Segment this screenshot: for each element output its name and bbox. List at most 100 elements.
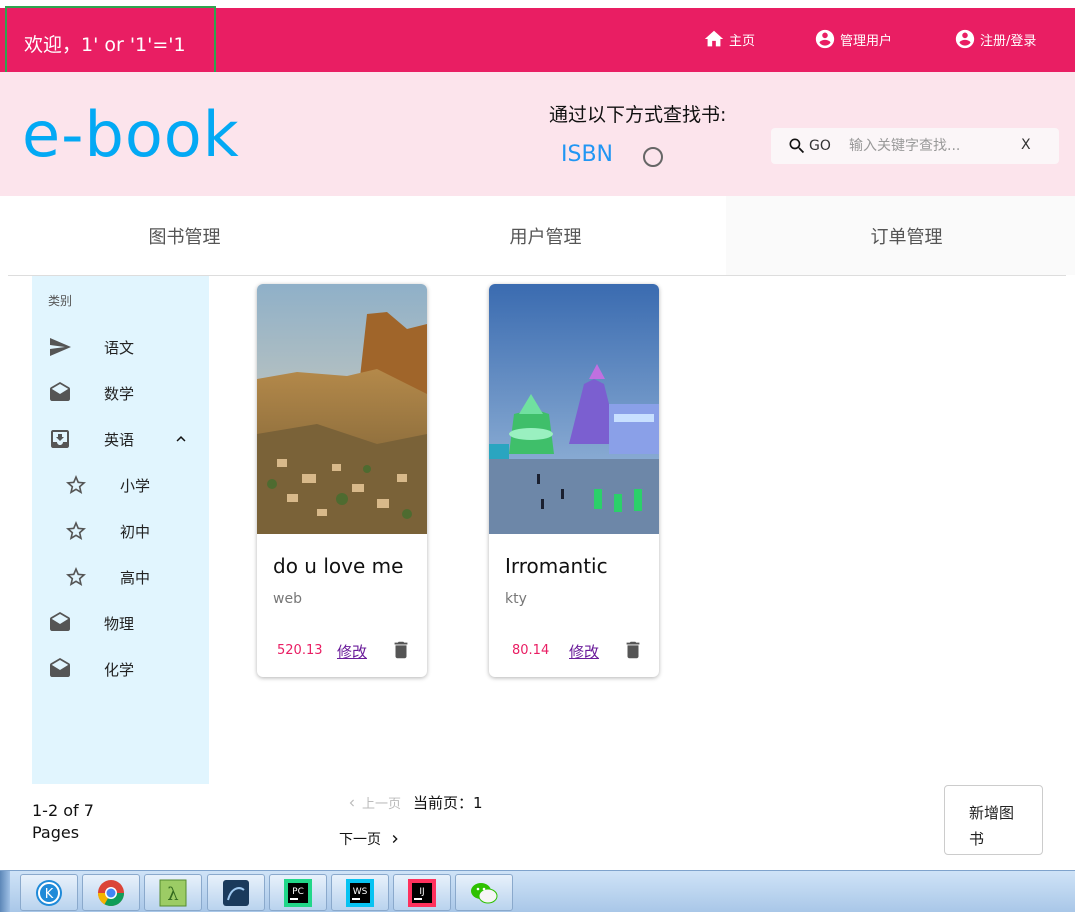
tab-user-management[interactable]: 用户管理: [365, 196, 726, 275]
sidebar-item-chemistry[interactable]: 化学: [32, 649, 209, 689]
book-author: web: [273, 591, 302, 607]
pycharm-icon: PC: [284, 878, 312, 907]
home-icon: [704, 30, 724, 47]
header-band: e-book 通过以下方式查找书: ISBN GO X: [0, 72, 1075, 196]
svg-text:WS: WS: [353, 887, 368, 897]
search-input[interactable]: [849, 134, 999, 158]
nav-home-link[interactable]: 主页: [703, 28, 755, 50]
sidebar-header: 类别: [48, 294, 73, 308]
sidebar-item-label: 小学: [120, 476, 151, 495]
site-logo: e-book: [22, 98, 240, 171]
pages-info: 1-2 of 7 Pages: [32, 801, 94, 842]
next-page-button[interactable]: 下一页: [339, 829, 403, 849]
chevron-up-icon: [176, 436, 186, 442]
sidebar-item-physics[interactable]: 物理: [32, 603, 209, 643]
mysql-workbench-icon: [223, 879, 249, 906]
nav-register-login-label: 注册/登录: [980, 33, 1037, 49]
taskbar-chrome-app[interactable]: [82, 874, 140, 911]
isbn-radio[interactable]: [643, 147, 663, 167]
sidebar-item-label: 数学: [104, 384, 135, 403]
trash-icon: [394, 641, 408, 659]
taskbar-mysql-workbench-app[interactable]: [207, 874, 265, 911]
taskbar-lambda-app[interactable]: λ: [144, 874, 202, 911]
book-author: kty: [505, 591, 527, 607]
search-clear-button[interactable]: X: [1021, 137, 1031, 153]
nav-manage-users-label: 管理用户: [840, 33, 893, 49]
drafts-icon: [50, 382, 70, 401]
taskbar-intellij-app[interactable]: IJ: [393, 874, 451, 911]
wechat-icon: [471, 882, 498, 903]
book-cover-desert-town-image: [257, 284, 427, 534]
prev-page-label: 上一页: [362, 797, 402, 812]
taskbar-kodi-app[interactable]: K: [20, 874, 78, 911]
category-sidebar: 类别 语文 数学 英语 小学 初中 高中 物理 化学: [32, 276, 209, 784]
star-outline-icon: [66, 521, 86, 540]
sidebar-item-chinese[interactable]: 语文: [32, 327, 209, 367]
search-go-button[interactable]: GO: [787, 136, 831, 156]
trash-icon: [626, 641, 640, 659]
chrome-icon: [97, 879, 125, 906]
search-title: 通过以下方式查找书:: [549, 104, 727, 126]
kodi-icon: K: [36, 879, 62, 906]
svg-text:λ: λ: [167, 884, 178, 905]
book-title: do u love me: [273, 554, 404, 578]
edit-book-link[interactable]: 修改: [569, 641, 599, 662]
account-circle-icon: [815, 29, 835, 49]
sidebar-item-label: 语文: [104, 338, 135, 357]
webstorm-icon: WS: [346, 878, 374, 907]
book-cover-ice-festival-image: [489, 284, 659, 534]
welcome-highlight-box: [5, 6, 216, 77]
add-book-button[interactable]: 新增图书: [944, 785, 1043, 855]
tab-book-management[interactable]: 图书管理: [4, 196, 365, 275]
drafts-icon: [50, 612, 70, 631]
star-outline-icon: [66, 475, 86, 494]
lambda-icon: λ: [159, 879, 187, 906]
drafts-icon: [50, 658, 70, 677]
svg-text:PC: PC: [292, 887, 304, 897]
delete-book-button[interactable]: [390, 639, 412, 661]
svg-text:K: K: [45, 887, 54, 902]
search-go-label: GO: [809, 138, 831, 154]
taskbar-pycharm-app[interactable]: PC: [269, 874, 327, 911]
book-card[interactable]: Irromantic kty 80.14 修改: [489, 284, 659, 677]
sidebar-item-label: 化学: [104, 660, 135, 679]
prev-page-button[interactable]: 上一页: [345, 793, 401, 812]
svg-text:IJ: IJ: [419, 887, 424, 897]
nav-home-label: 主页: [729, 33, 756, 49]
main-tabs: 图书管理 用户管理 订单管理: [0, 196, 1075, 275]
taskbar-webstorm-app[interactable]: WS: [331, 874, 389, 911]
current-page-indicator: 当前页：1: [413, 794, 483, 812]
account-circle-icon: [955, 29, 975, 49]
star-outline-icon: [66, 567, 86, 586]
tab-order-management[interactable]: 订单管理: [726, 196, 1075, 275]
sidebar-item-math[interactable]: 数学: [32, 373, 209, 413]
nav-register-login-link[interactable]: 注册/登录: [954, 28, 1036, 50]
sidebar-item-english[interactable]: 英语: [32, 419, 209, 459]
book-card[interactable]: do u love me web 520.13 修改: [257, 284, 427, 677]
sidebar-item-label: 物理: [104, 614, 135, 633]
search-box: GO X: [771, 128, 1059, 164]
chevron-right-icon: [392, 835, 398, 843]
start-button[interactable]: [0, 871, 10, 912]
sidebar-item-label: 初中: [120, 522, 151, 541]
page: 欢迎，1' or '1'='1 主页 管理用户 注册/登录 e-book 通过以…: [0, 0, 1075, 912]
move-to-inbox-icon: [51, 430, 69, 448]
intellij-icon: IJ: [408, 878, 436, 907]
sidebar-subitem-junior[interactable]: 初中: [32, 511, 209, 551]
taskbar-wechat-app[interactable]: [455, 874, 513, 911]
sidebar-subitem-primary[interactable]: 小学: [32, 465, 209, 505]
sidebar-item-label: 英语: [104, 430, 135, 449]
search-mode-label: ISBN: [561, 142, 614, 167]
sidebar-subitem-senior[interactable]: 高中: [32, 557, 209, 597]
book-title: Irromantic: [505, 554, 608, 578]
os-taskbar: K λ PC WS IJ: [0, 870, 1075, 912]
delete-book-button[interactable]: [622, 639, 644, 661]
edit-book-link[interactable]: 修改: [337, 641, 367, 662]
book-price: 520.13: [277, 643, 323, 658]
next-page-label: 下一页: [339, 832, 381, 848]
chevron-left-icon: [349, 799, 354, 806]
sidebar-item-label: 高中: [120, 568, 151, 587]
send-icon: [50, 338, 71, 356]
search-icon: [789, 138, 805, 154]
nav-manage-users-link[interactable]: 管理用户: [814, 28, 892, 50]
